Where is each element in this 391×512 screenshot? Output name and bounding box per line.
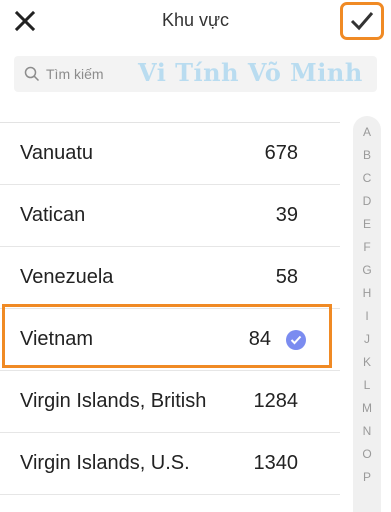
index-letter[interactable]: C: [363, 167, 372, 190]
index-letter[interactable]: F: [363, 236, 370, 259]
list-item[interactable]: Vanuatu 678: [0, 123, 340, 185]
index-letter[interactable]: G: [362, 259, 371, 282]
alphabet-index[interactable]: A B C D E F G H I J K L M N O P: [353, 116, 381, 512]
index-letter[interactable]: O: [362, 443, 371, 466]
country-code: 39: [275, 204, 298, 226]
confirm-button[interactable]: [340, 2, 384, 40]
index-letter[interactable]: D: [363, 190, 372, 213]
checkmark-icon: [350, 12, 374, 31]
country-name: Venezuela: [20, 266, 114, 288]
search-input[interactable]: Tìm kiếm: [14, 56, 377, 92]
country-name: Vanuatu: [20, 142, 94, 164]
country-name: Virgin Islands, British: [20, 390, 207, 412]
index-letter[interactable]: P: [363, 466, 371, 489]
list-item-selected[interactable]: Vietnam 84: [0, 309, 340, 371]
index-letter[interactable]: N: [363, 420, 372, 443]
country-code: 58: [275, 266, 298, 288]
country-name: Vatican: [20, 204, 86, 226]
list-item[interactable]: Vatican 39: [0, 185, 340, 247]
list-item[interactable]: Virgin Islands, British 1284: [0, 371, 340, 433]
index-letter[interactable]: B: [363, 144, 371, 167]
list-item[interactable]: Virgin Islands, U.S. 1340: [0, 433, 340, 495]
country-code: 1340: [253, 452, 299, 474]
country-code: 84: [248, 328, 271, 350]
index-letter[interactable]: I: [365, 305, 368, 328]
list-item[interactable]: Venezuela 58: [0, 247, 340, 309]
search-area: Tìm kiếm Vi Tính Võ Minh: [0, 44, 391, 114]
index-letter[interactable]: A: [363, 121, 371, 144]
index-letter[interactable]: L: [364, 374, 371, 397]
index-letter[interactable]: K: [363, 351, 371, 374]
country-name: Virgin Islands, U.S.: [20, 452, 190, 474]
selected-check-icon: [286, 330, 306, 350]
country-code: 1284: [253, 390, 299, 412]
index-letter[interactable]: J: [364, 328, 370, 351]
country-list: Vanuatu 678 Vatican 39 Venezuela 58 Viet…: [0, 123, 340, 495]
header: Khu vực: [0, 0, 391, 44]
index-letter[interactable]: E: [363, 213, 371, 236]
page-title: Khu vực: [161, 10, 230, 30]
search-icon: [24, 66, 40, 82]
index-letter[interactable]: M: [362, 397, 372, 420]
index-letter[interactable]: H: [363, 282, 372, 305]
search-placeholder: Tìm kiếm: [46, 66, 104, 82]
country-name: Vietnam: [20, 328, 94, 350]
country-code: 678: [264, 142, 298, 164]
